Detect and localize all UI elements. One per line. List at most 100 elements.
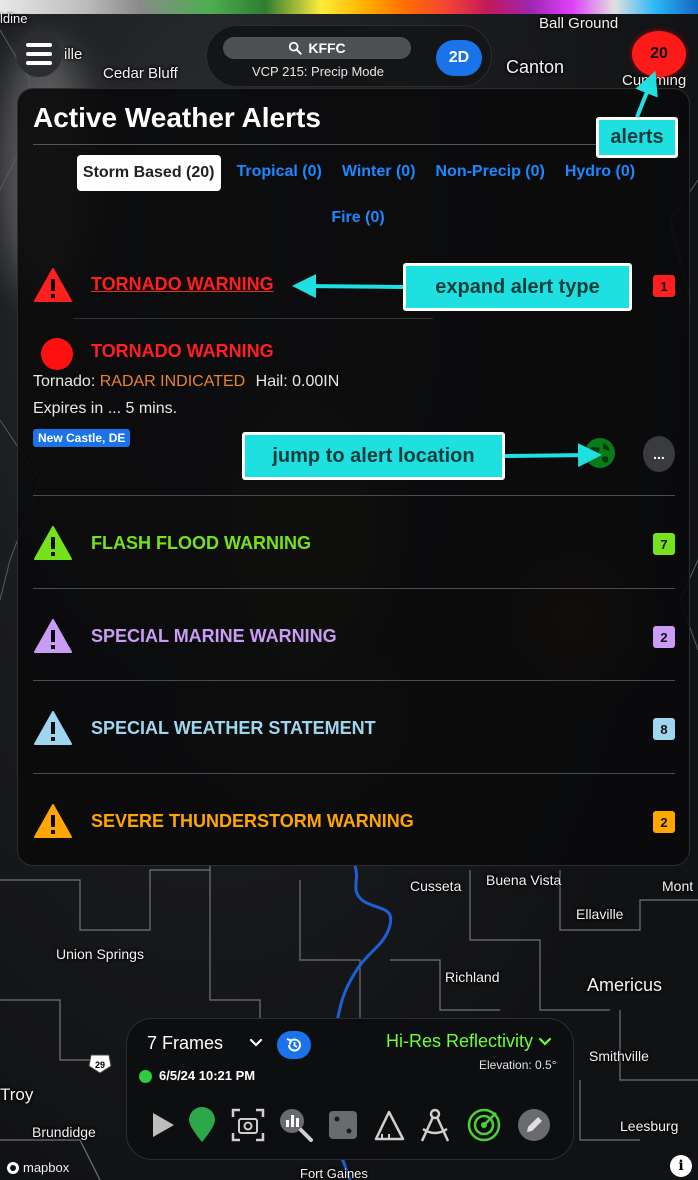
callout-jump-to-location: jump to alert location	[242, 432, 505, 480]
alert-group-name[interactable]: SPECIAL MARINE WARNING	[91, 626, 337, 647]
severity-dot	[41, 338, 73, 370]
station-search-button[interactable]: KFFC	[223, 37, 411, 59]
map-label: Ellaville	[576, 906, 624, 922]
map-label: Smithville	[589, 1048, 649, 1064]
play-icon	[153, 1113, 174, 1137]
view-mode-toggle[interactable]: 2D	[436, 40, 482, 76]
toolbar	[143, 1106, 563, 1146]
location-button[interactable]	[183, 1106, 221, 1144]
menu-button[interactable]	[16, 31, 62, 77]
map-label: Cusseta	[410, 878, 462, 894]
tab-tropical[interactable]: Tropical (0)	[233, 155, 326, 191]
warning-triangle-icon	[34, 619, 72, 653]
location-pin-icon	[189, 1107, 215, 1142]
alerts-count-button[interactable]: 20	[632, 31, 686, 77]
product-label: Hi-Res Reflectivity	[386, 1031, 534, 1051]
alert-group-name[interactable]: SEVERE THUNDERSTORM WARNING	[91, 811, 414, 832]
alert-group-count: 2	[653, 626, 675, 648]
radar-icon	[467, 1108, 501, 1142]
hail-label: Hail:	[255, 373, 288, 390]
play-button[interactable]	[143, 1106, 181, 1144]
history-icon	[286, 1038, 301, 1052]
mapbox-attribution[interactable]: mapbox	[6, 1160, 69, 1175]
divider	[33, 144, 675, 145]
alert-group-special-weather-statement[interactable]: SPECIAL WEATHER STATEMENT 8	[33, 710, 675, 750]
chevron-down-icon[interactable]	[249, 1033, 263, 1053]
warning-triangle-icon	[34, 268, 72, 302]
mapbox-logo-icon	[7, 1161, 19, 1174]
measure-button[interactable]	[370, 1106, 408, 1144]
alert-group-flash-flood-warning[interactable]: FLASH FLOOD WARNING 7	[33, 525, 675, 565]
alert-group-count: 2	[653, 811, 675, 833]
random-button[interactable]	[324, 1106, 362, 1144]
map-label: Leesburg	[620, 1118, 679, 1134]
divider	[33, 680, 675, 681]
edit-icon	[518, 1109, 550, 1141]
product-select[interactable]: Hi-Res Reflectivity	[386, 1031, 552, 1052]
tab-fire[interactable]: Fire (0)	[327, 201, 388, 235]
tab-winter[interactable]: Winter (0)	[338, 155, 420, 191]
alert-group-count: 1	[653, 275, 675, 297]
tornado-value: RADAR INDICATED	[99, 373, 246, 390]
map-label: Richland	[445, 969, 500, 985]
divider	[33, 588, 675, 589]
warning-triangle-icon	[34, 711, 72, 745]
alert-hazards: Tornado: RADAR INDICATED Hail: 0.00IN	[33, 373, 339, 391]
search-icon	[289, 41, 302, 55]
warning-triangle-icon	[34, 804, 72, 838]
alert-group-special-marine-warning[interactable]: SPECIAL MARINE WARNING 2	[33, 618, 675, 658]
map-label: Brundidge	[32, 1124, 96, 1140]
inspect-icon	[280, 1109, 313, 1142]
alert-group-count: 8	[653, 718, 675, 740]
station-pill: KFFC VCP 215: Precip Mode 2D	[206, 25, 492, 87]
map-label: Americus	[587, 975, 663, 995]
map-label: Canton	[506, 57, 565, 77]
divider	[73, 318, 433, 319]
map-label: Union Springs	[56, 946, 144, 962]
location-badge: New Castle, DE	[33, 429, 131, 447]
live-status-dot	[139, 1070, 152, 1083]
map-label: Mont	[662, 878, 694, 894]
tab-hydro[interactable]: Hydro (0)	[561, 155, 639, 191]
globe-icon[interactable]	[584, 437, 616, 469]
triangle-measure-icon	[374, 1110, 405, 1141]
alert-group-severe-thunderstorm-warning[interactable]: SEVERE THUNDERSTORM WARNING 2	[33, 803, 675, 843]
screenshot-button[interactable]	[229, 1106, 267, 1144]
callout-expand-alert-type: expand alert type	[403, 263, 632, 311]
mapbox-label: mapbox	[23, 1160, 70, 1175]
alert-group-name[interactable]: SPECIAL WEATHER STATEMENT	[91, 718, 376, 739]
map-label: ldine	[0, 11, 28, 26]
screenshot-icon	[231, 1108, 265, 1142]
map-label: ille	[64, 46, 83, 63]
tab-storm-based[interactable]: Storm Based (20)	[76, 155, 221, 191]
map-label: Fort Gaines	[300, 1166, 368, 1180]
more-options-button[interactable]: ...	[643, 436, 675, 472]
alert-group-name[interactable]: FLASH FLOOD WARNING	[91, 533, 311, 554]
compass-draw-icon	[420, 1108, 450, 1142]
highway-shield: 29	[88, 1054, 112, 1074]
elevation-text: Elevation: 0.5°	[479, 1058, 557, 1072]
chevron-down-icon	[538, 1038, 552, 1046]
callout-alerts: alerts	[596, 117, 678, 158]
alert-expires: Expires in ... 5 mins.	[33, 400, 178, 417]
frame-timestamp: 6/5/24 10:21 PM	[159, 1068, 256, 1083]
highway-shield-label: 29	[95, 1060, 105, 1070]
divider	[33, 773, 675, 774]
map-label: Cedar Bluff	[103, 65, 178, 82]
vcp-mode-text: VCP 215: Precip Mode	[252, 64, 384, 79]
history-button[interactable]	[277, 1031, 311, 1059]
hail-value: 0.00IN	[292, 373, 340, 390]
playback-controls: 7 Frames Hi-Res Reflectivity Elevation: …	[126, 1018, 574, 1160]
alert-category-tabs: Storm Based (20) Tropical (0) Winter (0)…	[53, 155, 663, 235]
tab-non-precip[interactable]: Non-Precip (0)	[432, 155, 549, 191]
info-icon[interactable]: i	[670, 1155, 692, 1177]
inspect-button[interactable]	[277, 1106, 315, 1144]
compass-button[interactable]	[416, 1106, 454, 1144]
map-label: Buena Vista	[486, 872, 562, 888]
radar-button[interactable]	[465, 1106, 503, 1144]
alert-detail-title: TORNADO WARNING	[91, 341, 274, 361]
station-id: KFFC	[308, 40, 346, 56]
alert-group-name[interactable]: TORNADO WARNING	[91, 274, 274, 295]
edit-button[interactable]	[515, 1106, 553, 1144]
frames-select[interactable]: 7 Frames	[147, 1033, 223, 1054]
